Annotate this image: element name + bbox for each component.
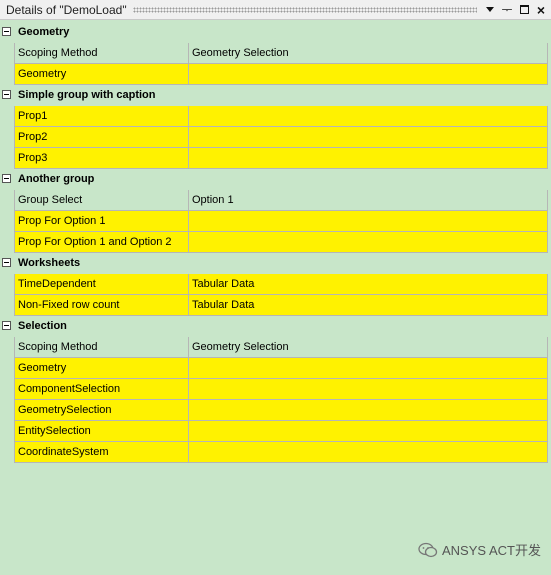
property-row[interactable]: Group Select Option 1 xyxy=(0,190,548,211)
collapse-icon[interactable] xyxy=(2,174,11,183)
property-value[interactable] xyxy=(188,148,548,169)
property-name: Geometry xyxy=(14,358,189,379)
property-row[interactable]: Prop For Option 1 xyxy=(0,211,548,232)
group-label: Worksheets xyxy=(18,257,81,269)
triangle-down-icon xyxy=(486,7,494,12)
collapse-icon[interactable] xyxy=(2,321,11,330)
property-value[interactable]: Geometry Selection xyxy=(188,43,548,64)
property-row[interactable]: Prop For Option 1 and Option 2 xyxy=(0,232,548,253)
collapse-icon[interactable] xyxy=(2,27,11,36)
restore-button[interactable] xyxy=(517,3,531,17)
property-name: Geometry xyxy=(14,64,189,85)
property-row[interactable]: Scoping Method Geometry Selection xyxy=(0,337,548,358)
property-name: TimeDependent xyxy=(14,274,189,295)
window-icon xyxy=(519,5,529,14)
property-value[interactable] xyxy=(188,127,548,148)
collapse-icon[interactable] xyxy=(2,258,11,267)
property-row[interactable]: ComponentSelection xyxy=(0,379,548,400)
property-value[interactable] xyxy=(188,400,548,421)
property-row[interactable]: Geometry xyxy=(0,358,548,379)
property-row[interactable]: Scoping Method Geometry Selection xyxy=(0,43,548,64)
close-icon: × xyxy=(536,1,546,18)
property-name: Prop1 xyxy=(14,106,189,127)
watermark: ANSYS ACT开发 xyxy=(418,540,541,559)
property-row[interactable]: CoordinateSystem xyxy=(0,442,548,463)
group-label: Simple group with caption xyxy=(18,89,156,101)
property-group: Geometry xyxy=(0,22,548,43)
property-row[interactable]: Prop1 xyxy=(0,106,548,127)
property-name: GeometrySelection xyxy=(14,400,189,421)
pin-icon: ᅮ xyxy=(501,2,513,17)
panel-title-bar: Details of "DemoLoad" ᅮ × xyxy=(0,0,551,20)
collapse-icon[interactable] xyxy=(2,90,11,99)
property-row[interactable]: TimeDependent Tabular Data xyxy=(0,274,548,295)
property-name: Scoping Method xyxy=(14,337,189,358)
property-name: CoordinateSystem xyxy=(14,442,189,463)
property-name: Group Select xyxy=(14,190,189,211)
wechat-icon xyxy=(418,542,438,557)
property-value[interactable]: Geometry Selection xyxy=(188,337,548,358)
pin-button[interactable]: ᅮ xyxy=(500,3,514,17)
watermark-text: ANSYS ACT开发 xyxy=(442,543,541,558)
property-row[interactable]: GeometrySelection xyxy=(0,400,548,421)
property-value[interactable]: Option 1 xyxy=(188,190,548,211)
property-value[interactable]: Tabular Data xyxy=(188,295,548,316)
property-group: Simple group with caption xyxy=(0,85,548,106)
property-value[interactable] xyxy=(188,232,548,253)
group-label: Selection xyxy=(18,320,67,332)
property-name: EntitySelection xyxy=(14,421,189,442)
property-value[interactable] xyxy=(188,106,548,127)
property-value[interactable] xyxy=(188,379,548,400)
property-name: Prop For Option 1 xyxy=(14,211,189,232)
property-value[interactable] xyxy=(188,358,548,379)
property-row[interactable]: Prop3 xyxy=(0,148,548,169)
property-row[interactable]: Prop2 xyxy=(0,127,548,148)
property-name: Non-Fixed row count xyxy=(14,295,189,316)
property-name: Prop3 xyxy=(14,148,189,169)
group-label: Geometry xyxy=(18,26,70,38)
title-grip[interactable] xyxy=(132,6,477,13)
property-row[interactable]: Non-Fixed row count Tabular Data xyxy=(0,295,548,316)
property-name: Prop For Option 1 and Option 2 xyxy=(14,232,189,253)
property-name: ComponentSelection xyxy=(14,379,189,400)
property-group: Worksheets xyxy=(0,253,548,274)
property-value[interactable] xyxy=(188,211,548,232)
dropdown-button[interactable] xyxy=(483,3,497,17)
panel-title: Details of "DemoLoad" xyxy=(6,2,127,17)
details-grid: Geometry Scoping Method Geometry Selection… xyxy=(0,22,548,463)
property-name: Prop2 xyxy=(14,127,189,148)
property-value[interactable]: Tabular Data xyxy=(188,274,548,295)
property-value[interactable] xyxy=(188,64,548,85)
property-name: Scoping Method xyxy=(14,43,189,64)
property-group: Selection xyxy=(0,316,548,337)
property-row[interactable]: Geometry xyxy=(0,64,548,85)
property-value[interactable] xyxy=(188,421,548,442)
property-group: Another group xyxy=(0,169,548,190)
group-label: Another group xyxy=(18,173,95,185)
property-value[interactable] xyxy=(188,442,548,463)
property-row[interactable]: EntitySelection xyxy=(0,421,548,442)
close-button[interactable]: × xyxy=(534,3,548,17)
